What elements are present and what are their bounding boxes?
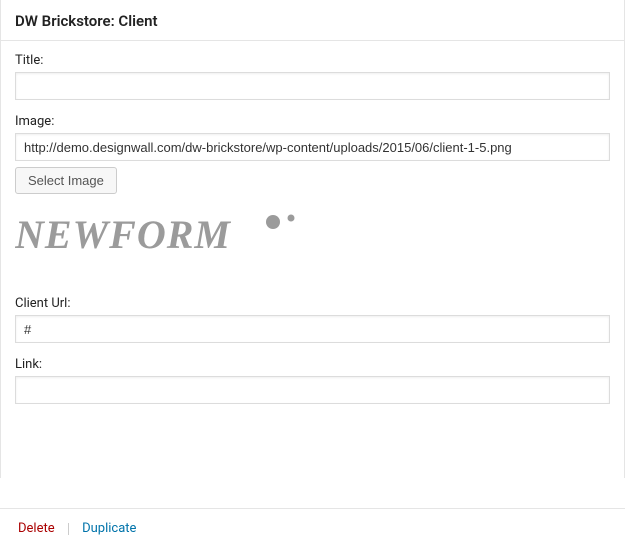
logo-text: NEWFORM — [15, 212, 231, 257]
title-input[interactable] — [15, 72, 610, 100]
widget-footer: Delete Duplicate — [0, 508, 625, 548]
title-label: Title: — [15, 53, 610, 68]
widget-body: Title: Image: Select Image NEWFORM — [1, 41, 624, 478]
image-url-input[interactable] — [15, 133, 610, 161]
link-input[interactable] — [15, 376, 610, 404]
field-image: Image: Select Image NEWFORM — [15, 114, 610, 272]
field-link: Link: — [15, 357, 610, 404]
field-client-url: Client Url: — [15, 296, 610, 343]
client-url-label: Client Url: — [15, 296, 610, 311]
delete-link[interactable]: Delete — [18, 521, 55, 536]
image-preview: NEWFORM — [15, 200, 610, 272]
duplicate-link[interactable]: Duplicate — [82, 521, 136, 536]
client-logo-icon: NEWFORM — [15, 204, 315, 268]
select-image-button[interactable]: Select Image — [15, 167, 117, 194]
widget-panel: DW Brickstore: Client Title: Image: Sele… — [0, 0, 625, 478]
link-label: Link: — [15, 357, 610, 372]
client-url-input[interactable] — [15, 315, 610, 343]
field-title: Title: — [15, 53, 610, 100]
footer-separator — [68, 523, 69, 535]
image-label: Image: — [15, 114, 610, 129]
widget-title: DW Brickstore: Client — [15, 12, 610, 30]
widget-header: DW Brickstore: Client — [1, 0, 624, 41]
